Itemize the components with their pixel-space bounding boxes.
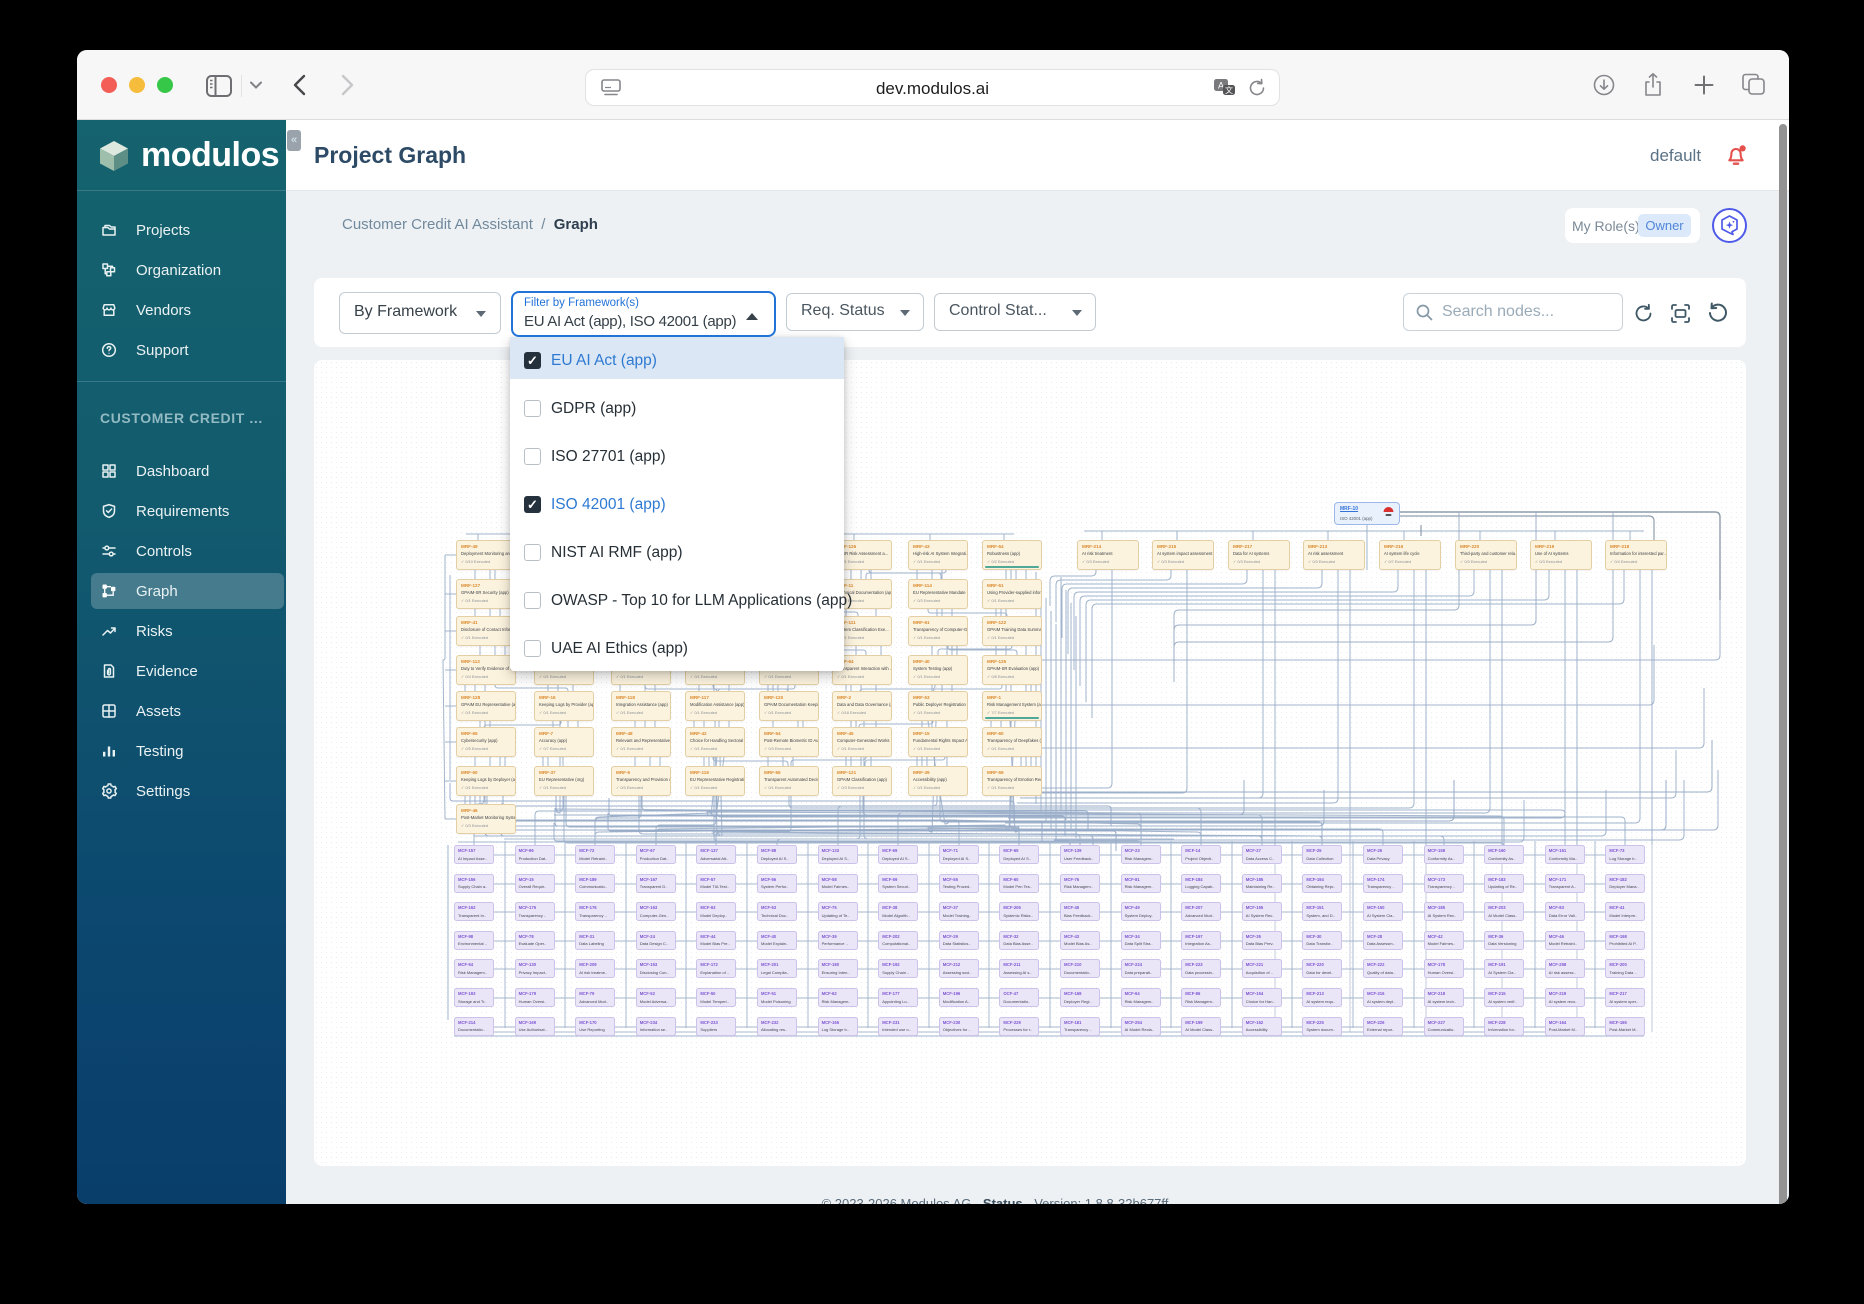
- svg-text:文: 文: [1225, 85, 1233, 95]
